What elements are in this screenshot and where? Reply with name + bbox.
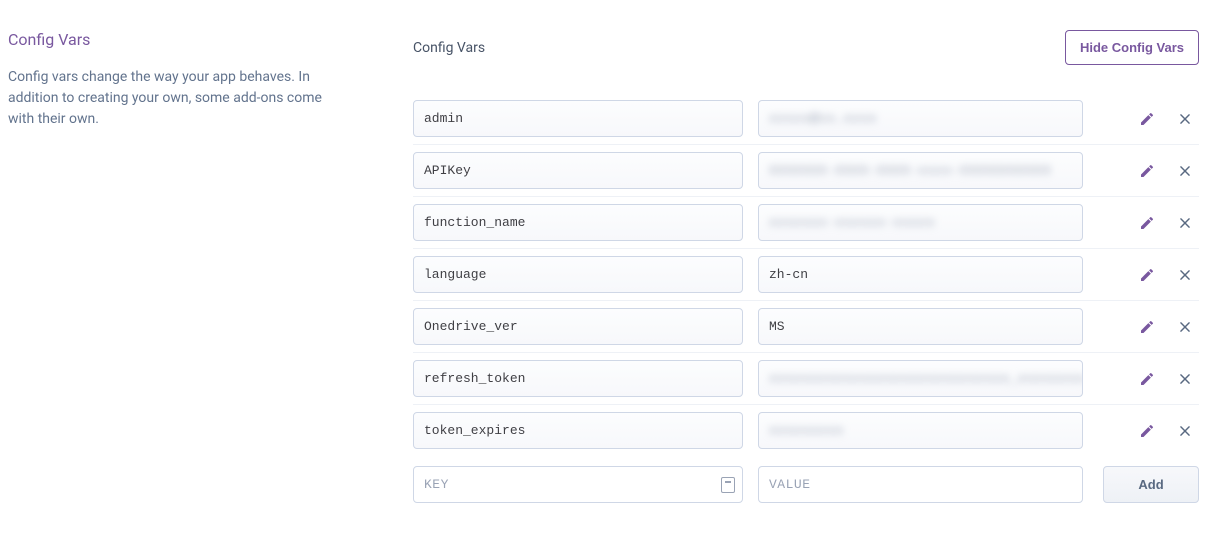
config-var-row: language zh-cn — [413, 249, 1199, 301]
close-icon[interactable] — [1177, 267, 1193, 283]
config-var-value-text: xxxxxxx-xxxxxx-xxxxx — [769, 215, 935, 230]
config-var-key-text: refresh_token — [424, 371, 525, 386]
pencil-icon[interactable] — [1139, 163, 1155, 179]
close-icon[interactable] — [1177, 163, 1193, 179]
pencil-icon[interactable] — [1139, 267, 1155, 283]
config-var-key[interactable]: refresh_token — [413, 360, 743, 397]
add-button[interactable]: Add — [1103, 466, 1199, 503]
config-var-value[interactable]: xxxxx@xx.xxxx — [758, 100, 1083, 137]
config-var-key-text: Onedrive_ver — [424, 319, 518, 334]
config-var-key[interactable]: Onedrive_ver — [413, 308, 743, 345]
config-var-value[interactable]: MS — [758, 308, 1083, 345]
config-var-key-text: function_name — [424, 215, 525, 230]
config-var-key[interactable]: function_name — [413, 204, 743, 241]
config-var-key[interactable]: language — [413, 256, 743, 293]
new-value-input[interactable] — [758, 466, 1083, 503]
pencil-icon[interactable] — [1139, 111, 1155, 127]
config-var-value[interactable]: xxxxxxxxx — [758, 412, 1083, 449]
config-var-row: refresh_token xxxxxxxxxxxxxxxxxxxxxxxxxxx… — [413, 353, 1199, 405]
config-var-key-text: admin — [424, 111, 463, 126]
config-var-row: Onedrive_ver MS — [413, 301, 1199, 353]
config-var-value-text: xxxxx@xx.xxxx — [769, 111, 877, 126]
config-var-key[interactable]: admin — [413, 100, 743, 137]
config-var-key-text: language — [424, 267, 486, 282]
close-icon[interactable] — [1177, 371, 1193, 387]
config-var-value-text: XXXXXXX-XXXX-XXXX-xxxx-XXXXXXXXXXX — [769, 163, 1051, 178]
config-var-key-text: APIKey — [424, 163, 471, 178]
config-var-value[interactable]: xxxxxxxxxxxxxxxxxxxxxxxxxxxxx_xxxxxxxx_x… — [758, 360, 1083, 397]
close-icon[interactable] — [1177, 111, 1193, 127]
pencil-icon[interactable] — [1139, 423, 1155, 439]
hide-config-vars-button[interactable]: Hide Config Vars — [1065, 30, 1199, 65]
config-var-value-text: zh-cn — [769, 267, 808, 282]
new-key-input[interactable] — [413, 466, 743, 503]
close-icon[interactable] — [1177, 319, 1193, 335]
config-var-row: admin xxxxx@xx.xxxx — [413, 93, 1199, 145]
close-icon[interactable] — [1177, 215, 1193, 231]
pencil-icon[interactable] — [1139, 371, 1155, 387]
autofill-icon — [721, 477, 735, 493]
config-var-key-text: token_expires — [424, 423, 525, 438]
config-var-row: token_expires xxxxxxxxx — [413, 405, 1199, 456]
config-var-value-text: MS — [769, 319, 785, 334]
config-var-row: APIKey XXXXXXX-XXXX-XXXX-xxxx-XXXXXXXXXXX — [413, 145, 1199, 197]
config-var-value[interactable]: xxxxxxx-xxxxxx-xxxxx — [758, 204, 1083, 241]
config-var-key[interactable]: APIKey — [413, 152, 743, 189]
config-var-key[interactable]: token_expires — [413, 412, 743, 449]
section-description: Config vars change the way your app beha… — [8, 67, 328, 130]
close-icon[interactable] — [1177, 423, 1193, 439]
section-title: Config Vars — [8, 30, 373, 49]
config-var-row: function_name xxxxxxx-xxxxxx-xxxxx — [413, 197, 1199, 249]
config-var-value[interactable]: zh-cn — [758, 256, 1083, 293]
pencil-icon[interactable] — [1139, 319, 1155, 335]
add-config-var-row: Add — [413, 456, 1199, 503]
config-var-value[interactable]: XXXXXXX-XXXX-XXXX-xxxx-XXXXXXXXXXX — [758, 152, 1083, 189]
config-var-value-text: xxxxxxxxx — [769, 423, 844, 438]
config-var-value-text: xxxxxxxxxxxxxxxxxxxxxxxxxxxxx_xxxxxxxx_x… — [769, 371, 1083, 386]
page-title: Config Vars — [413, 40, 485, 56]
config-var-list: admin xxxxx@xx.xxxx APIKey XXXXXXX-XXXX-XXX… — [413, 93, 1199, 456]
pencil-icon[interactable] — [1139, 215, 1155, 231]
